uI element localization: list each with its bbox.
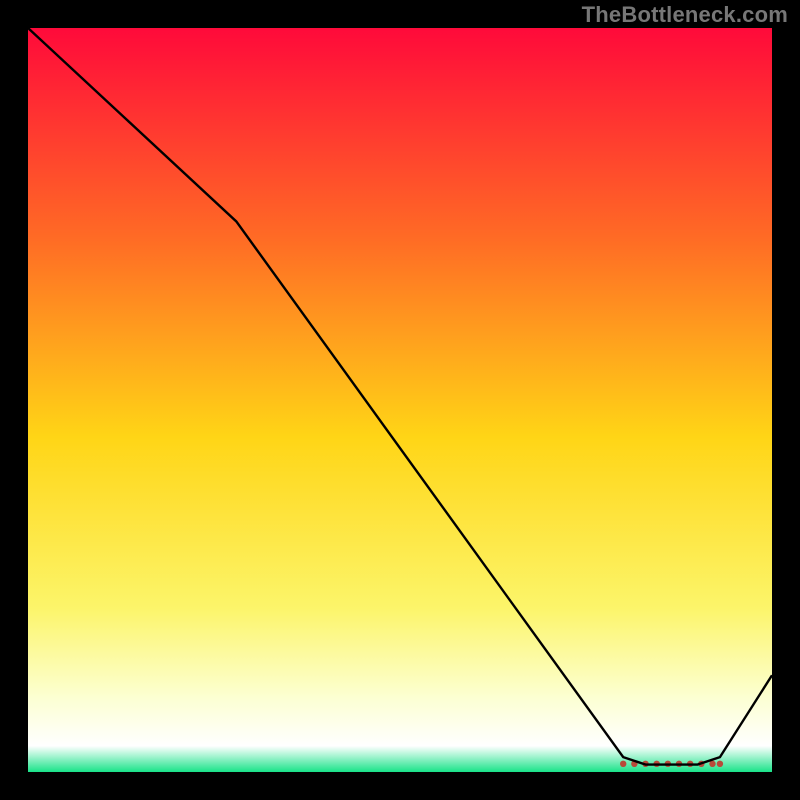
chart-svg [28, 28, 772, 772]
plot-frame [28, 28, 772, 772]
watermark-label: TheBottleneck.com [582, 2, 788, 28]
dot [620, 761, 626, 767]
chart-page: TheBottleneck.com [0, 0, 800, 800]
gradient-background [28, 28, 772, 772]
dot [717, 761, 723, 767]
